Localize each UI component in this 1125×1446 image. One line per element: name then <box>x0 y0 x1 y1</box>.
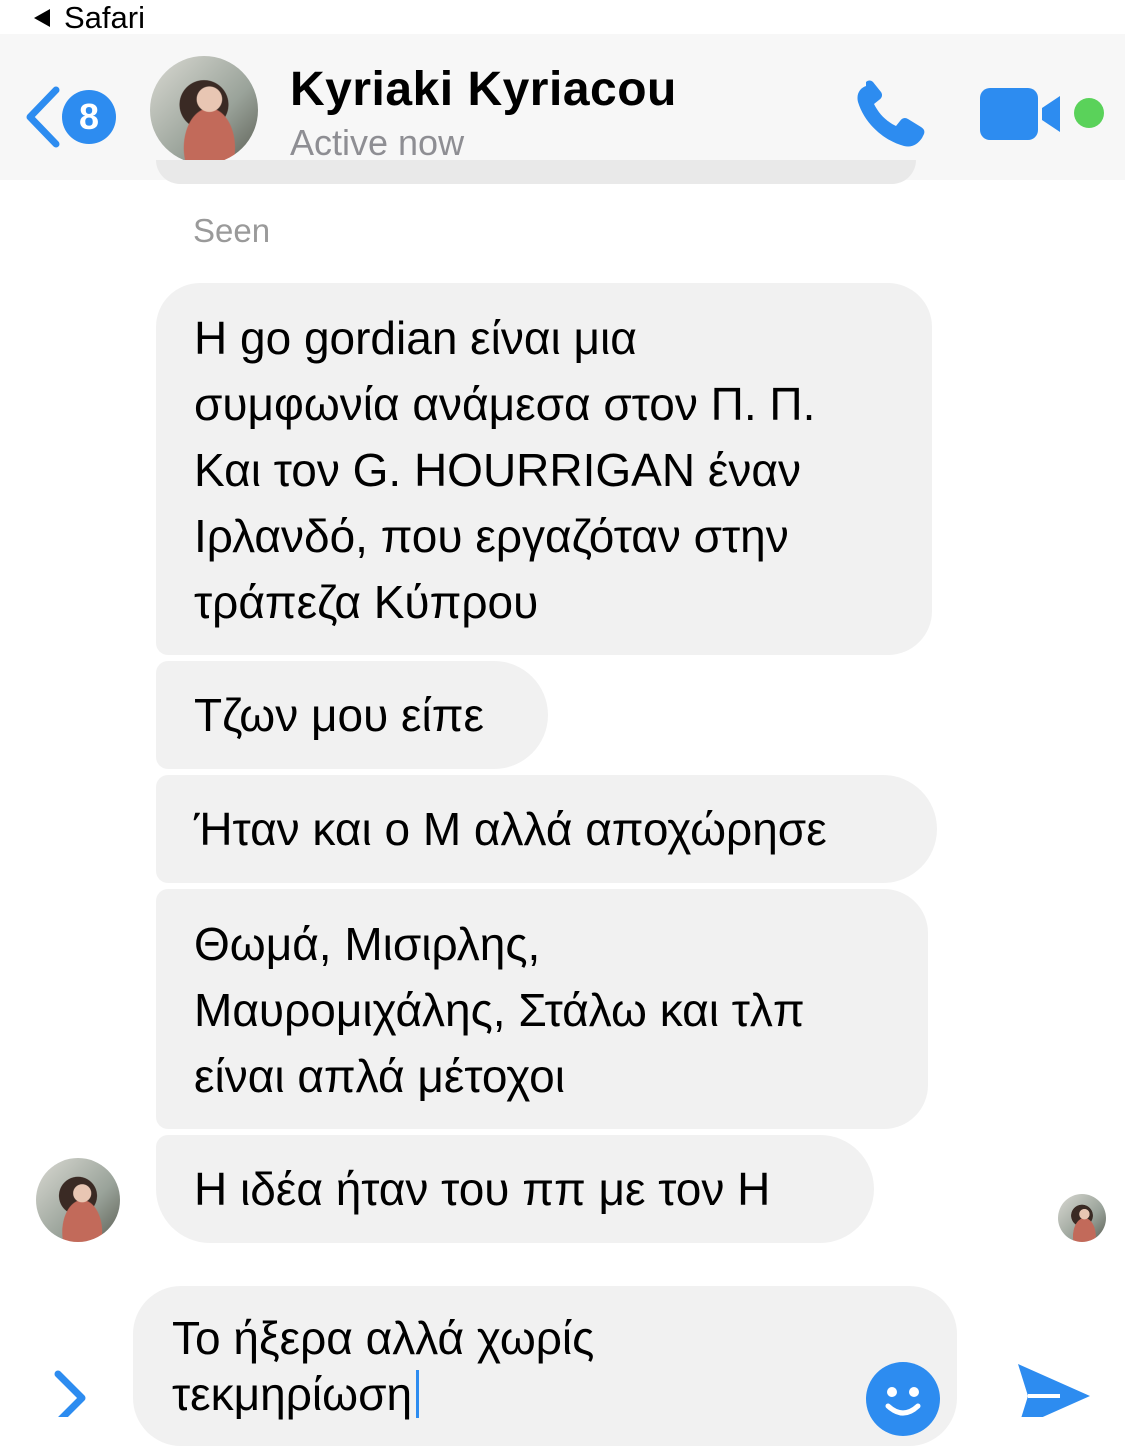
chat-header: 8 Kyriaki Kyriacou Active now <box>0 34 1125 180</box>
send-icon <box>1018 1364 1090 1428</box>
back-triangle-icon <box>34 9 50 27</box>
message-line: Ήταν και ο Μ αλλά αποχώρησε <box>194 803 827 855</box>
message-line: Μαυρομιχάλης, Στάλω και τλπ <box>194 984 805 1036</box>
video-camera-icon <box>980 88 1060 140</box>
message-line: Η go gordian είναι μια <box>194 312 637 364</box>
video-call-button[interactable] <box>978 84 1068 144</box>
message-bubble[interactable]: Θωμά, Μισιρλης, Μαυρομιχάλης, Στάλω και … <box>156 889 928 1129</box>
message-line: Η ιδέα ήταν του ππ με τον Η <box>194 1163 771 1215</box>
message-line: Και τον G. HOURRIGAN έναν <box>194 444 801 496</box>
emoji-icon <box>885 1387 921 1416</box>
back-to-safari-label: Safari <box>64 0 145 35</box>
send-button[interactable] <box>1014 1360 1092 1428</box>
message-line: Θωμά, Μισιρλης, <box>194 918 541 970</box>
emoji-button[interactable] <box>866 1362 940 1436</box>
chevron-left-icon <box>26 86 60 148</box>
message-bubble[interactable]: Τζων μου είπε <box>156 661 548 769</box>
read-receipt-avatar <box>1058 1194 1106 1242</box>
message-input-text[interactable]: Το ήξερα αλλά χωρίς τεκμηρίωση <box>172 1310 812 1422</box>
text-caret <box>416 1370 420 1418</box>
message-line: είναι απλά μέτοχοι <box>194 1050 565 1102</box>
message-line: συμφωνία ανάμεσα στον Π. Π. <box>194 378 816 430</box>
message-input-value: Το ήξερα αλλά χωρίς τεκμηρίωση <box>172 1312 595 1420</box>
back-to-safari[interactable]: Safari <box>34 0 145 36</box>
contact-status: Active now <box>290 122 465 163</box>
previous-message-edge <box>156 160 916 184</box>
sender-avatar[interactable] <box>36 1158 120 1242</box>
message-bubble[interactable]: Η go gordian είναι μια συμφωνία ανάμεσα … <box>156 283 932 655</box>
phone-icon <box>857 80 925 147</box>
back-button[interactable]: 8 <box>24 82 119 152</box>
expand-composer-button[interactable] <box>46 1366 94 1426</box>
message-line: Ιρλανδό, που εργαζόταν στην <box>194 510 789 562</box>
unread-badge: 8 <box>62 90 116 144</box>
seen-label: Seen <box>193 212 271 249</box>
contact-name[interactable]: Kyriaki Kyriacou <box>290 62 677 117</box>
message-bubble[interactable]: Η ιδέα ήταν του ππ με τον Η <box>156 1135 874 1243</box>
online-indicator <box>1074 98 1104 128</box>
voice-call-button[interactable] <box>852 80 930 152</box>
message-line: τράπεζα Κύπρου <box>194 576 539 628</box>
chevron-right-icon <box>54 1370 86 1426</box>
contact-avatar[interactable] <box>150 56 258 164</box>
status-bar: Safari <box>0 0 1125 36</box>
message-bubble[interactable]: Ήταν και ο Μ αλλά αποχώρησε <box>156 775 937 883</box>
message-line: Τζων μου είπε <box>194 689 484 741</box>
